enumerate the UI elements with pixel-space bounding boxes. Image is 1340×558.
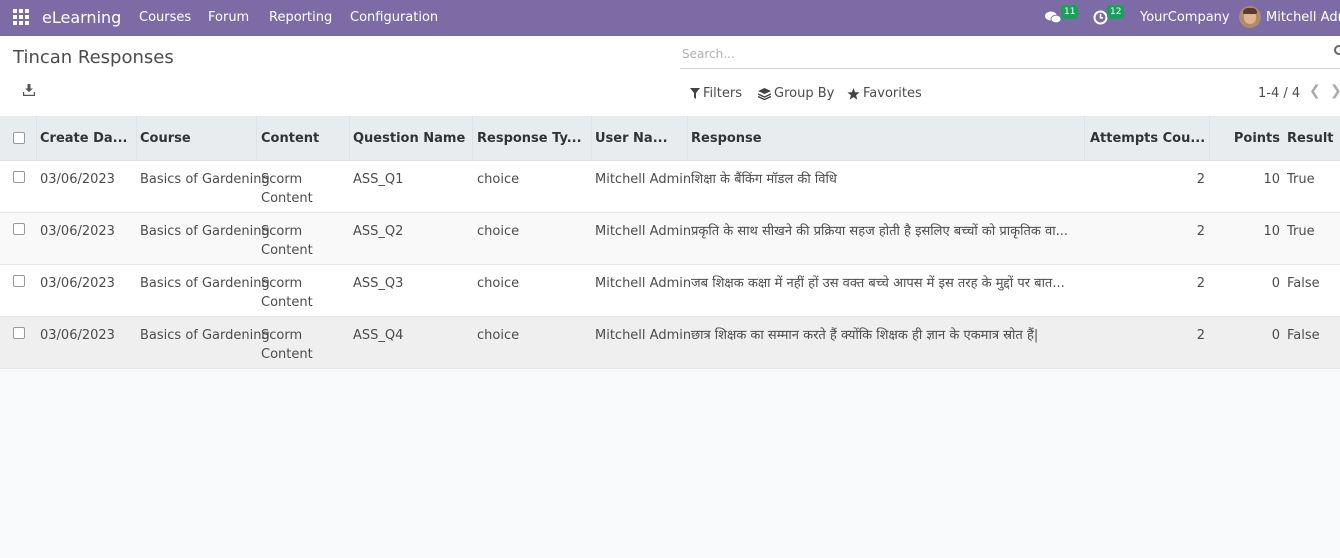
cell-content: Scorm Content bbox=[261, 224, 313, 258]
table-row[interactable]: 03/06/2023 Basics of Gardening Scorm Con… bbox=[0, 213, 1340, 265]
activities-clock-icon[interactable] bbox=[1093, 10, 1108, 25]
cell-question-name: ASS_Q2 bbox=[353, 224, 404, 239]
cell-attempts-count: 2 bbox=[1196, 328, 1205, 343]
select-all-checkbox[interactable] bbox=[13, 132, 25, 144]
filters-button[interactable]: Filters bbox=[690, 86, 742, 101]
messages-badge: 11 bbox=[1061, 5, 1079, 19]
search-bar bbox=[680, 44, 1340, 69]
pager-next-icon[interactable]: ❯ bbox=[1330, 83, 1340, 99]
cell-response-type: choice bbox=[477, 328, 520, 343]
menu-reporting[interactable]: Reporting bbox=[269, 10, 332, 25]
row-checkbox[interactable] bbox=[13, 171, 25, 183]
search-input[interactable] bbox=[682, 47, 1282, 61]
cell-create-date: 03/06/2023 bbox=[40, 172, 115, 187]
download-icon[interactable] bbox=[23, 84, 35, 96]
star-icon bbox=[847, 87, 860, 100]
top-navbar: eLearning Courses Forum Reporting Config… bbox=[0, 0, 1340, 36]
row-checkbox[interactable] bbox=[13, 223, 25, 235]
cell-course: Basics of Gardening bbox=[140, 172, 270, 187]
user-menu[interactable]: Mitchell Admin bbox=[1266, 10, 1340, 25]
column-content[interactable]: Content bbox=[261, 116, 347, 161]
cell-course: Basics of Gardening bbox=[140, 224, 270, 239]
control-panel: Tincan Responses Filters Group By Favori… bbox=[0, 36, 1340, 116]
row-checkbox[interactable] bbox=[13, 327, 25, 339]
messages-icon[interactable] bbox=[1045, 11, 1061, 24]
column-create-date[interactable]: Create Da... bbox=[40, 116, 132, 161]
search-icon[interactable] bbox=[1334, 45, 1340, 55]
activities-badge: 12 bbox=[1107, 5, 1125, 19]
cell-content: Scorm Content bbox=[261, 172, 313, 206]
cell-result: False bbox=[1287, 328, 1320, 343]
filter-icon bbox=[690, 88, 700, 99]
cell-create-date: 03/06/2023 bbox=[40, 328, 115, 343]
column-response-type[interactable]: Response Ty... bbox=[477, 116, 587, 161]
row-checkbox[interactable] bbox=[13, 275, 25, 287]
cell-attempts-count: 2 bbox=[1196, 172, 1205, 187]
cell-result: True bbox=[1287, 224, 1315, 239]
filters-label: Filters bbox=[703, 86, 742, 101]
cell-content: Scorm Content bbox=[261, 328, 313, 362]
column-attempts-count[interactable]: Attempts Cou... bbox=[1090, 116, 1205, 161]
user-avatar[interactable] bbox=[1239, 6, 1261, 28]
cell-points: 0 bbox=[1271, 276, 1280, 291]
table-header: Create Da... Course Content Question Nam… bbox=[0, 116, 1340, 161]
column-user-name[interactable]: User Na... bbox=[595, 116, 685, 161]
group-by-button[interactable]: Group By bbox=[758, 86, 834, 101]
group-by-label: Group By bbox=[774, 86, 835, 101]
cell-attempts-count: 2 bbox=[1196, 276, 1205, 291]
cell-attempts-count: 2 bbox=[1196, 224, 1205, 239]
app-name[interactable]: eLearning bbox=[42, 8, 121, 27]
cell-response: शिक्षा के बैंकिंग मॉडल की विधि bbox=[691, 172, 837, 187]
page-title: Tincan Responses bbox=[13, 47, 174, 68]
cell-user-name: Mitchell Admin bbox=[595, 224, 692, 239]
cell-result: False bbox=[1287, 276, 1320, 291]
cell-response-type: choice bbox=[477, 276, 520, 291]
table-row[interactable]: 03/06/2023 Basics of Gardening Scorm Con… bbox=[0, 317, 1340, 369]
table-row[interactable]: 03/06/2023 Basics of Gardening Scorm Con… bbox=[0, 265, 1340, 317]
cell-response: छात्र शिक्षक का सम्मान करते हैं क्योंकि … bbox=[691, 328, 1039, 343]
column-course[interactable]: Course bbox=[140, 116, 252, 161]
cell-response: जब शिक्षक कक्षा में नहीं हों उस वक्त बच्… bbox=[691, 276, 1065, 291]
column-result[interactable]: Result bbox=[1287, 116, 1340, 161]
menu-forum[interactable]: Forum bbox=[208, 10, 249, 25]
cell-create-date: 03/06/2023 bbox=[40, 224, 115, 239]
layers-icon bbox=[758, 87, 771, 100]
cell-course: Basics of Gardening bbox=[140, 276, 270, 291]
column-response[interactable]: Response bbox=[691, 116, 1071, 161]
cell-question-name: ASS_Q3 bbox=[353, 276, 404, 291]
cell-user-name: Mitchell Admin bbox=[595, 172, 692, 187]
cell-question-name: ASS_Q1 bbox=[353, 172, 404, 187]
apps-grid-icon[interactable] bbox=[13, 9, 29, 25]
menu-courses[interactable]: Courses bbox=[139, 10, 191, 25]
pager-previous-icon[interactable]: ❮ bbox=[1309, 83, 1321, 99]
favorites-button[interactable]: Favorites bbox=[847, 86, 922, 101]
cell-response: प्रकृति के साथ सीखने की प्रक्रिया सहज हो… bbox=[691, 224, 1068, 239]
column-question-name[interactable]: Question Name bbox=[353, 116, 469, 161]
cell-user-name: Mitchell Admin bbox=[595, 276, 692, 291]
cell-points: 10 bbox=[1263, 224, 1280, 239]
cell-course: Basics of Gardening bbox=[140, 328, 270, 343]
column-points[interactable]: Points bbox=[1214, 116, 1280, 161]
cell-content: Scorm Content bbox=[261, 276, 313, 310]
table-row[interactable]: 03/06/2023 Basics of Gardening Scorm Con… bbox=[0, 161, 1340, 213]
cell-user-name: Mitchell Admin bbox=[595, 328, 692, 343]
cell-response-type: choice bbox=[477, 224, 520, 239]
cell-question-name: ASS_Q4 bbox=[353, 328, 404, 343]
cell-points: 0 bbox=[1271, 328, 1280, 343]
cell-create-date: 03/06/2023 bbox=[40, 276, 115, 291]
pager-value[interactable]: 1-4 / 4 bbox=[1258, 86, 1300, 101]
cell-points: 10 bbox=[1263, 172, 1280, 187]
menu-configuration[interactable]: Configuration bbox=[350, 10, 438, 25]
company-switcher[interactable]: YourCompany bbox=[1140, 10, 1230, 25]
cell-result: True bbox=[1287, 172, 1315, 187]
cell-response-type: choice bbox=[477, 172, 520, 187]
favorites-label: Favorites bbox=[863, 86, 922, 101]
